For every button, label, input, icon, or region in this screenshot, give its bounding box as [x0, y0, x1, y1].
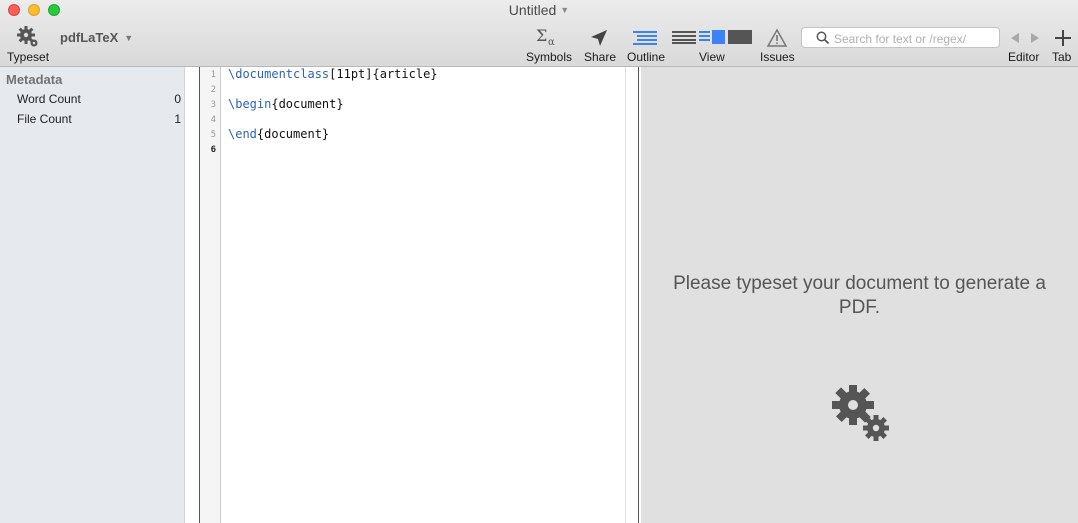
sidebar-item-value: 0: [174, 92, 181, 106]
line-number: 1: [210, 70, 216, 80]
code-line[interactable]: \begin{document}: [228, 97, 344, 111]
search-icon: [816, 31, 830, 45]
sidebar-item-word-count[interactable]: Word Count 0: [17, 92, 183, 106]
gears-icon: [832, 385, 889, 441]
issues-label: Issues: [760, 50, 795, 64]
pdf-preview-pane: Please typeset your document to generate…: [641, 67, 1078, 523]
new-tab-button[interactable]: [1054, 29, 1072, 47]
share-label: Share: [584, 50, 617, 64]
outline-button[interactable]: [630, 29, 660, 47]
forward-arrow-icon: [1031, 33, 1039, 43]
svg-text:α: α: [548, 37, 555, 47]
window-title[interactable]: Untitled ▼: [0, 2, 1078, 18]
search-field[interactable]: [801, 27, 1000, 48]
editor-back-button[interactable]: [1009, 31, 1021, 43]
title-bar: Untitled ▼ Typeset pdfLaTeX ▼ Σ α Symbols: [0, 0, 1078, 67]
warning-triangle-icon: [766, 28, 788, 47]
issues-button[interactable]: [764, 28, 790, 48]
latex-argument: {document}: [256, 127, 330, 141]
plus-icon: [1055, 30, 1071, 46]
symbols-label: Symbols: [526, 50, 573, 64]
paper-plane-icon: [591, 30, 607, 46]
editor-forward-button[interactable]: [1029, 31, 1041, 43]
view-preview-only-icon[interactable]: [728, 30, 752, 44]
line-number: 5: [210, 130, 216, 140]
sidebar-item-file-count[interactable]: File Count 1: [17, 112, 183, 126]
line-number-gutter: 1 2 3 4 5 6: [199, 67, 221, 523]
search-input[interactable]: [832, 29, 996, 48]
engine-dropdown[interactable]: pdfLaTeX ▼: [60, 30, 133, 45]
svg-text:Σ: Σ: [536, 27, 547, 45]
line-number-active: 6: [210, 145, 216, 155]
view-label: View: [699, 50, 725, 64]
source-editor[interactable]: 1 2 3 4 5 6 \documentclass[11pt]{article…: [185, 67, 640, 523]
outline-list-icon: [633, 31, 657, 45]
latex-argument: {document}: [271, 97, 344, 111]
code-line[interactable]: \end{document}: [228, 127, 329, 141]
window-title-text: Untitled: [508, 2, 557, 18]
sigma-alpha-icon: Σ α: [536, 27, 555, 47]
chevron-down-icon: ▼: [124, 33, 134, 43]
preview-placeholder-message: Please typeset your document to generate…: [673, 273, 1046, 318]
view-segmented-control: [672, 30, 754, 46]
code-line[interactable]: \documentclass[11pt]{article}: [228, 67, 438, 81]
view-split-icon[interactable]: [699, 30, 725, 44]
latex-argument: [11pt]{article}: [329, 67, 438, 81]
typeset-button[interactable]: [4, 25, 52, 49]
engine-label: pdfLaTeX: [60, 30, 119, 45]
latex-command: \begin: [228, 97, 272, 111]
line-number: 3: [210, 100, 216, 110]
pane-splitter[interactable]: [625, 67, 639, 523]
line-number: 2: [210, 85, 216, 95]
gear-icon: [17, 26, 38, 47]
sidebar-item-value: 1: [174, 112, 181, 126]
share-button[interactable]: [585, 28, 613, 48]
sidebar-heading: Metadata: [6, 72, 63, 87]
metadata-sidebar: Metadata Word Count 0 File Count 1: [0, 67, 185, 523]
latex-command: \documentclass: [228, 67, 330, 81]
latex-command: \end: [228, 127, 257, 141]
outline-label: Outline: [627, 50, 666, 64]
chevron-down-icon: ▼: [560, 5, 570, 15]
line-number: 4: [210, 115, 216, 125]
view-editor-only-icon[interactable]: [672, 30, 696, 44]
sidebar-item-label: Word Count: [17, 92, 81, 106]
tab-label: Tab: [1052, 50, 1072, 64]
editor-label: Editor: [1008, 50, 1040, 64]
back-arrow-icon: [1011, 33, 1019, 43]
sidebar-item-label: File Count: [17, 112, 72, 126]
symbols-button[interactable]: Σ α: [528, 27, 568, 47]
typeset-label: Typeset: [7, 50, 50, 64]
